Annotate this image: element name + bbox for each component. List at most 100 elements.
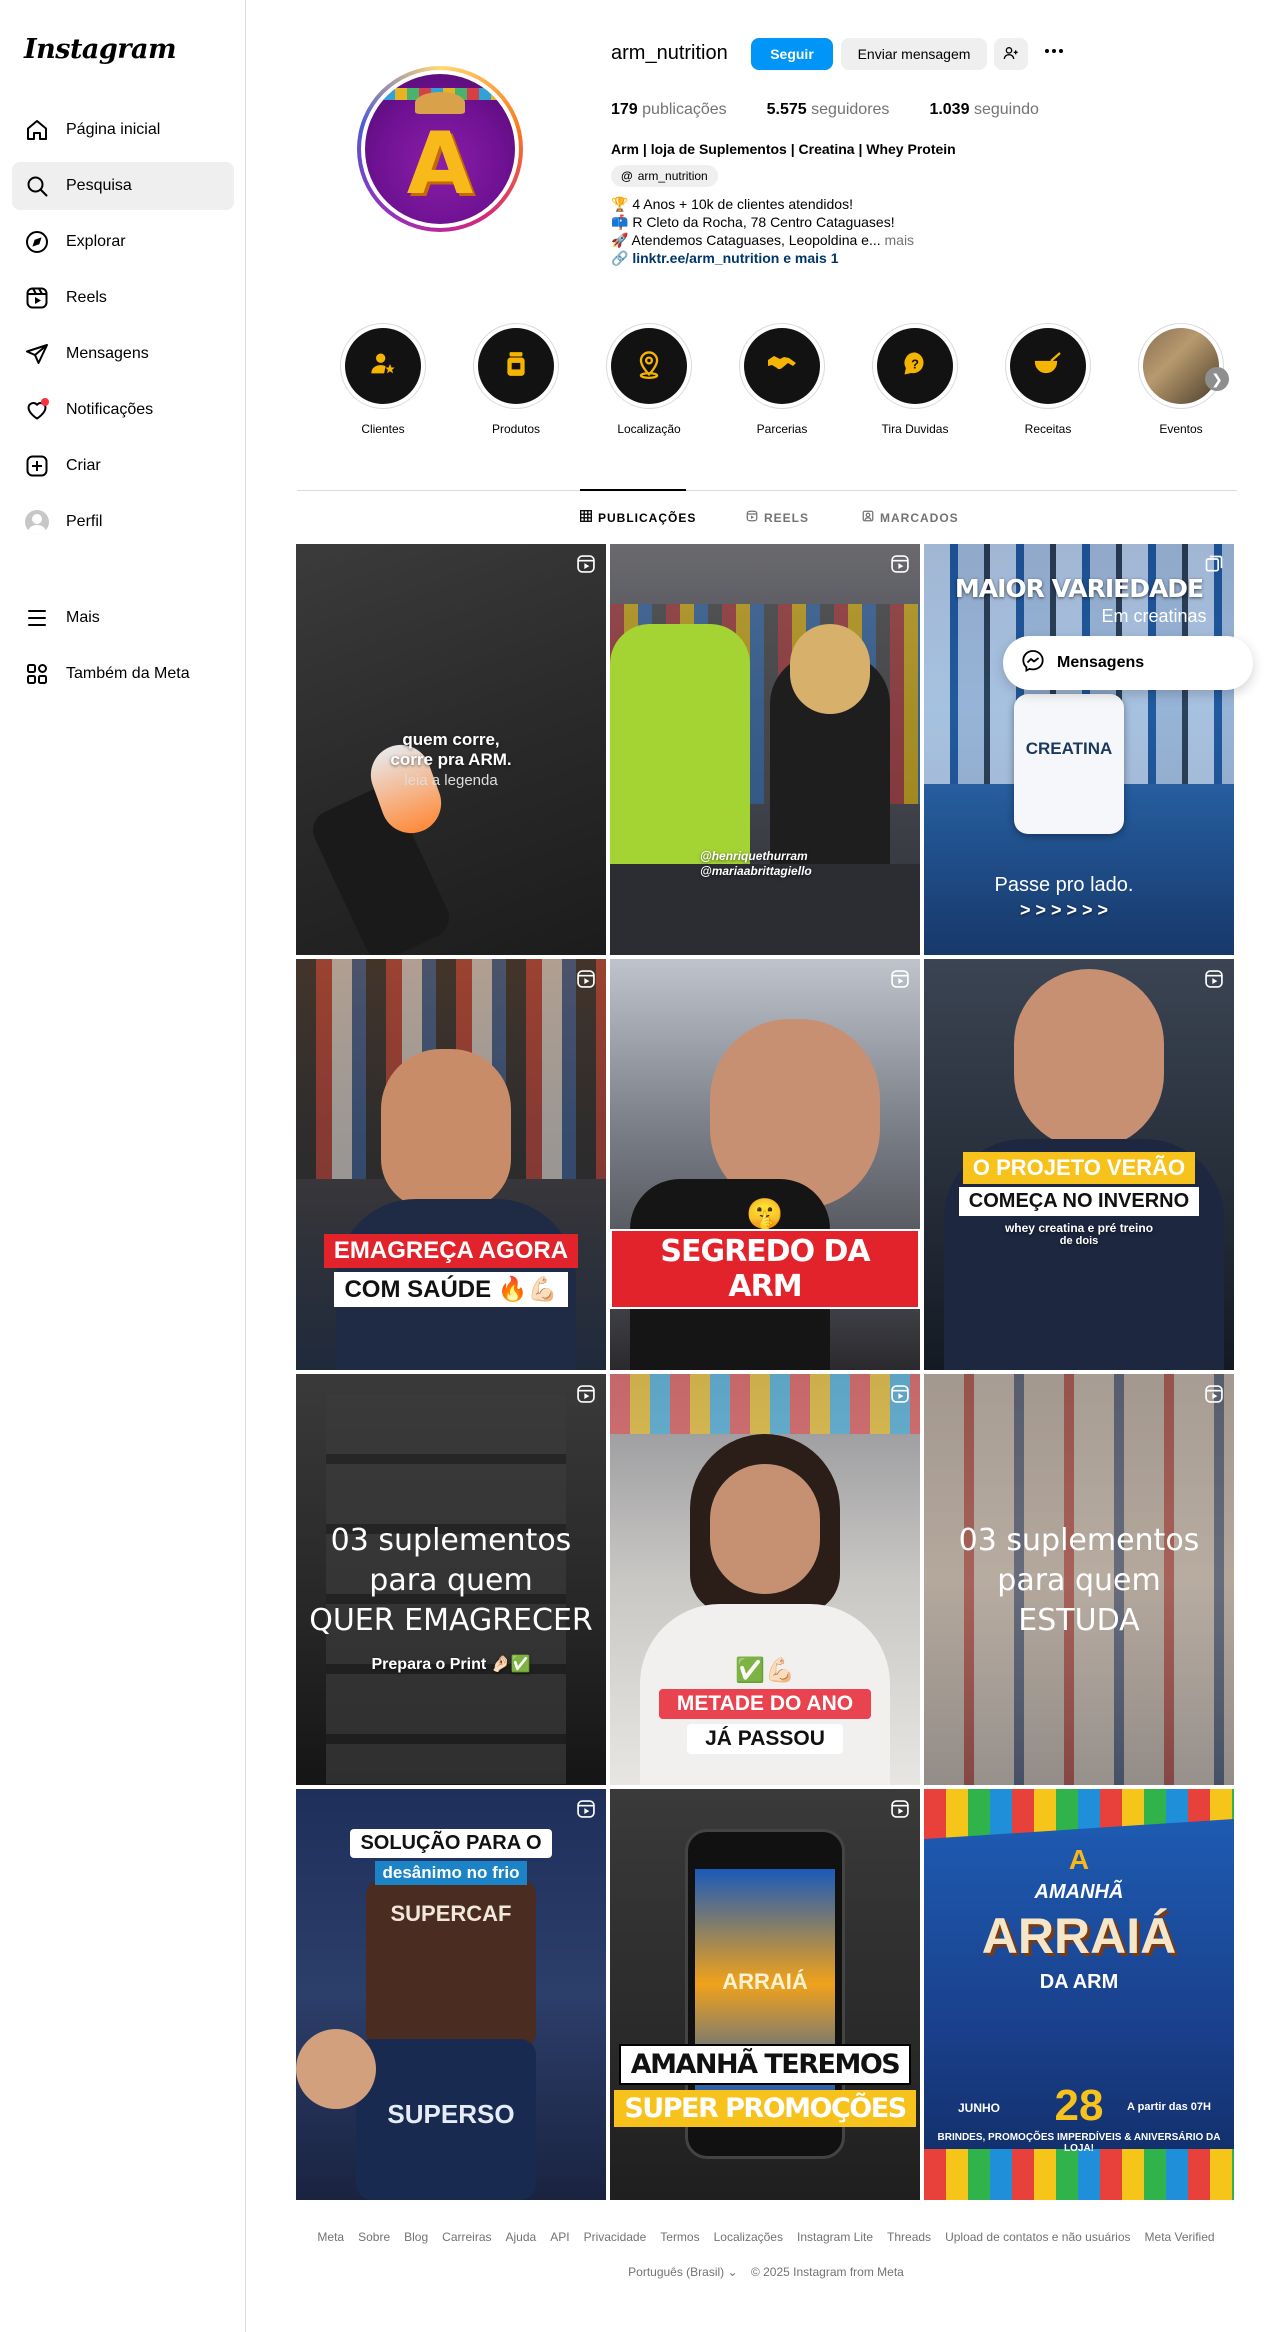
highlight-produtos[interactable]: Produtos — [473, 323, 559, 436]
highlight-label: Receitas — [1024, 422, 1072, 436]
highlight-localizacao[interactable]: Localização — [606, 323, 692, 436]
post-caption: SEGREDO DA ARM — [610, 1229, 920, 1309]
more-options-button[interactable] — [1038, 38, 1070, 70]
heart-icon — [24, 397, 50, 423]
instagram-logo[interactable]: Instagram — [24, 34, 177, 65]
sidebar-item-also-from-meta[interactable]: Também da Meta — [12, 650, 234, 698]
grid-icon — [580, 510, 592, 525]
post-tile[interactable]: CREATINA MAIOR VARIEDADE Em creatinas Pa… — [924, 544, 1234, 955]
question-bubble-icon: ? — [901, 350, 929, 383]
post-caption: COM SAÚDE 🔥💪🏻 — [296, 1272, 606, 1307]
footer-link[interactable]: API — [550, 2230, 569, 2244]
post-tile[interactable]: @henriquethurram @mariaabrittagiello — [610, 544, 920, 955]
highlight-label: Produtos — [491, 422, 541, 436]
highlight-parcerias[interactable]: Parcerias — [739, 323, 825, 436]
sidebar-item-profile[interactable]: Perfil — [12, 498, 234, 546]
reel-badge-icon — [576, 1384, 596, 1404]
footer-link[interactable]: Blog — [404, 2230, 428, 2244]
add-person-icon — [1003, 45, 1019, 64]
profile-picture-story-ring[interactable]: A — [357, 66, 523, 232]
sidebar-item-reels[interactable]: Reels — [12, 274, 234, 322]
post-tile[interactable]: A AMANHÃ ARRAIÁ DA ARM JUNHO 28 A partir… — [924, 1789, 1234, 2200]
post-caption: de dois — [1059, 1235, 1099, 1247]
reel-badge-icon — [890, 1384, 910, 1404]
product-label: CREATINA — [1025, 739, 1113, 758]
highlight-receitas[interactable]: Receitas — [1005, 323, 1091, 436]
footer-link[interactable]: Upload de contatos e não usuários — [945, 2230, 1130, 2244]
highlights-next-button[interactable]: ❯ — [1205, 367, 1229, 391]
post-tile[interactable]: 03 suplementos para quem ESTUDA — [924, 1374, 1234, 1785]
suggested-accounts-button[interactable] — [994, 38, 1028, 70]
bio-more-link[interactable]: mais — [885, 232, 915, 248]
bio-line: 🚀 Atendemos Cataguases, Leopoldina e... … — [611, 232, 915, 248]
send-message-button[interactable]: Enviar mensagem — [841, 38, 987, 70]
highlight-photo-thumbnail — [1143, 328, 1219, 404]
sidebar-item-notifications[interactable]: Notificações — [12, 386, 234, 434]
reel-badge-icon — [890, 554, 910, 574]
sidebar-item-label: Pesquisa — [66, 177, 132, 194]
post-caption: > > > > > > — [1019, 900, 1109, 920]
post-tile[interactable]: 🤫 SEGREDO DA ARM — [610, 959, 920, 1370]
sidebar-item-label: Página inicial — [66, 121, 161, 138]
footer-link[interactable]: Threads — [887, 2230, 931, 2244]
threads-icon: @ — [621, 169, 633, 183]
footer-link[interactable]: Termos — [660, 2230, 699, 2244]
sidebar-item-label: Mais — [66, 609, 100, 626]
footer-link[interactable]: Privacidade — [584, 2230, 647, 2244]
sidebar-item-label: Reels — [66, 289, 107, 306]
post-caption: METADE DO ANO — [610, 1689, 920, 1719]
threads-badge[interactable]: @ arm_nutrition — [611, 165, 718, 187]
post-caption: JÁ PASSOU — [610, 1724, 920, 1754]
post-tile[interactable]: ✅💪🏻 METADE DO ANO JÁ PASSOU — [610, 1374, 920, 1785]
reel-badge-icon — [890, 969, 910, 989]
post-caption: @mariaabrittagiello — [700, 864, 812, 878]
following-count[interactable]: 1.039 seguindo — [929, 101, 1038, 119]
reel-badge-icon — [1204, 969, 1224, 989]
post-caption: ARRAIÁ — [981, 1908, 1177, 1964]
post-caption: DA ARM — [1039, 1971, 1119, 1993]
post-caption: 03 suplementos — [958, 1523, 1200, 1558]
compass-icon — [24, 229, 50, 255]
footer-link[interactable]: Ajuda — [506, 2230, 537, 2244]
post-caption: leia a legenda — [404, 772, 498, 789]
apps-grid-icon — [24, 661, 50, 687]
chevron-right-icon: ❯ — [1211, 370, 1223, 387]
footer-link[interactable]: Sobre — [358, 2230, 390, 2244]
post-tile[interactable]: ARRAIÁ AMANHÃ TEREMOS SUPER PROMOÇÕES — [610, 1789, 920, 2200]
follow-button[interactable]: Seguir — [751, 38, 833, 70]
post-tile[interactable]: 03 suplementos para quem QUER EMAGRECER … — [296, 1374, 606, 1785]
sidebar-item-messages[interactable]: Mensagens — [12, 330, 234, 378]
search-icon — [24, 173, 50, 199]
footer-link[interactable]: Localizações — [714, 2230, 783, 2244]
tab-marcados[interactable]: MARCADOS — [862, 510, 959, 525]
creatine-tub — [1014, 694, 1124, 834]
hand-shape — [296, 2029, 376, 2109]
post-tile[interactable]: EMAGREÇA AGORA COM SAÚDE 🔥💪🏻 — [296, 959, 606, 1370]
footer-link[interactable]: Meta Verified — [1145, 2230, 1215, 2244]
sidebar-item-more[interactable]: Mais — [12, 594, 234, 642]
messages-floating-button[interactable]: Mensagens — [1003, 636, 1253, 690]
post-caption: whey creatina e pré treino — [1004, 1221, 1154, 1235]
sidebar-item-create[interactable]: Criar — [12, 442, 234, 490]
mixing-bowl-icon — [1033, 351, 1063, 382]
ellipsis-icon — [1042, 39, 1066, 69]
highlight-clientes[interactable]: Clientes — [340, 323, 426, 436]
post-caption: para quem — [997, 1563, 1161, 1598]
tab-publicacoes[interactable]: PUBLICAÇÕES — [580, 510, 696, 525]
post-tile[interactable]: quem corre, corre pra ARM. leia a legend… — [296, 544, 606, 955]
tab-reels[interactable]: REELS — [746, 510, 809, 525]
sidebar-item-search[interactable]: Pesquisa — [12, 162, 234, 210]
language-selector[interactable]: Português (Brasil) ⌄ — [628, 2265, 737, 2279]
post-tile[interactable]: SUPERCAF SUPERSO SOLUÇÃO PARA O desânimo… — [296, 1789, 606, 2200]
bio-link-row[interactable]: 🔗 linktr.ee/arm_nutrition e mais 1 — [611, 250, 839, 267]
footer-link[interactable]: Meta — [317, 2230, 344, 2244]
active-tab-indicator — [580, 489, 686, 491]
followers-count[interactable]: 5.575 seguidores — [767, 101, 890, 119]
footer-link[interactable]: Carreiras — [442, 2230, 491, 2244]
post-tile[interactable]: O PROJETO VERÃO COMEÇA NO INVERNO whey c… — [924, 959, 1234, 1370]
footer-link[interactable]: Instagram Lite — [797, 2230, 873, 2244]
highlight-tira-duvidas[interactable]: ? Tira Duvidas — [872, 323, 958, 436]
sidebar-item-home[interactable]: Página inicial — [12, 106, 234, 154]
sidebar-item-explore[interactable]: Explorar — [12, 218, 234, 266]
bio-external-link[interactable]: linktr.ee/arm_nutrition e mais 1 — [632, 250, 838, 266]
